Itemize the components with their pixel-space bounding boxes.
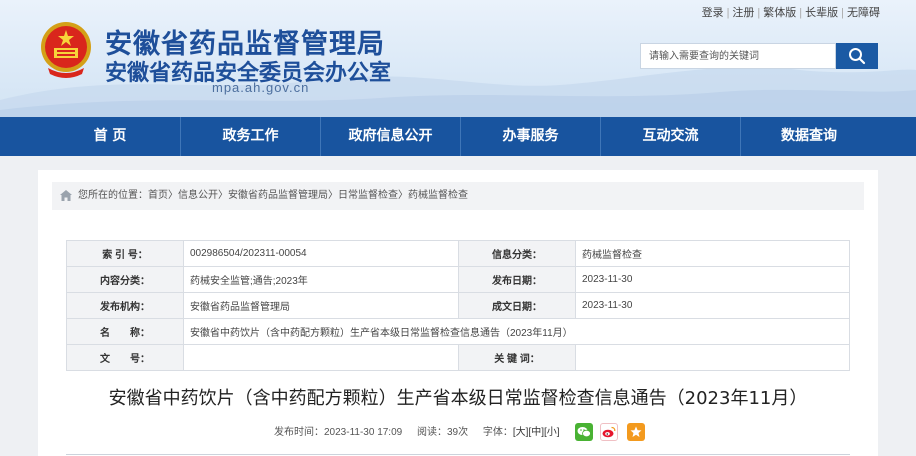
breadcrumb-separator: 〉 <box>168 190 178 201</box>
font-large-button[interactable]: [大] <box>513 427 529 438</box>
publish-date-label: 发布日期： <box>458 266 576 293</box>
nav-item-services[interactable]: 办事服务 <box>461 117 600 156</box>
nav-item-government-work[interactable]: 政务工作 <box>181 117 320 156</box>
keywords-label: 关 键 词： <box>458 344 576 371</box>
login-link[interactable]: 登录 <box>702 7 724 19</box>
breadcrumb-item-bureau[interactable]: 安徽省药品监督管理局 <box>228 190 328 201</box>
table-row: 内容分类： 药械安全监管;通告;2023年 发布日期： 2023-11-30 <box>66 266 850 293</box>
info-category-value: 药械监督检查 <box>575 240 850 267</box>
breadcrumb-item-home[interactable]: 首页 <box>148 190 168 201</box>
publish-time: 发布时间：2023-11-30 17:09 <box>274 427 403 438</box>
national-emblem-icon <box>41 22 91 78</box>
article-info: 发布时间：2023-11-30 17:09 阅读：39次 字体：[大][中][小… <box>274 425 560 441</box>
index-label: 索 引 号： <box>66 240 184 267</box>
elder-mode-link[interactable]: 长辈版 <box>805 7 838 19</box>
favorite-icon <box>630 426 642 437</box>
keywords-value <box>575 344 850 371</box>
top-links: 登录 | 注册 | 繁体版 | 长辈版 | 无障碍 <box>702 4 880 20</box>
publisher-value: 安徽省药品监督管理局 <box>183 292 459 319</box>
breadcrumb-separator: 〉 <box>398 190 408 201</box>
docno-value <box>183 344 459 371</box>
font-size-label: 字体： <box>482 427 513 438</box>
breadcrumb-separator: 〉 <box>328 190 338 201</box>
site-domain: mpa.ah.gov.cn <box>212 80 310 95</box>
separator: | <box>757 7 761 19</box>
table-row: 索 引 号： 002986504/202311-00054 信息分类： 药械监督… <box>66 240 850 267</box>
read-count: 阅读：39次 <box>417 427 469 438</box>
table-row: 文 号： 关 键 词： <box>66 344 850 371</box>
site-header: 安徽省药品监督管理局 安徽省药品安全委员会办公室 mpa.ah.gov.cn 登… <box>0 0 916 117</box>
content-category-label: 内容分类： <box>66 266 184 293</box>
breadcrumb-separator: 〉 <box>218 190 228 201</box>
home-icon <box>60 190 72 201</box>
font-small-button[interactable]: [小] <box>544 427 560 438</box>
register-link[interactable]: 注册 <box>732 7 754 19</box>
font-medium-button[interactable]: [中] <box>528 427 544 438</box>
search-input[interactable] <box>640 43 836 69</box>
wechat-share-button[interactable] <box>575 423 593 441</box>
nav-item-home[interactable]: 首 页 <box>40 117 180 156</box>
breadcrumb-prefix: 您所在的位置： <box>78 190 148 201</box>
breadcrumb-item-drug-device-inspection[interactable]: 药械监督检查 <box>408 190 468 201</box>
wechat-icon <box>577 427 591 438</box>
document-metadata-table: 索 引 号： 002986504/202311-00054 信息分类： 药械监督… <box>66 240 850 371</box>
separator: | <box>841 7 844 19</box>
weibo-share-button[interactable] <box>600 423 618 441</box>
name-label: 名 称： <box>66 318 184 345</box>
search-icon <box>849 48 866 65</box>
table-row: 发布机构： 安徽省药品监督管理局 成文日期： 2023-11-30 <box>66 292 850 319</box>
weibo-icon <box>602 426 616 438</box>
favorite-button[interactable] <box>627 423 645 441</box>
breadcrumb-item-daily-inspection[interactable]: 日常监督检查 <box>338 190 398 201</box>
index-value: 002986504/202311-00054 <box>183 240 459 267</box>
search-box <box>640 43 878 69</box>
table-row: 名 称： 安徽省中药饮片（含中药配方颗粒）生产省本级日常监督检查信息通告（202… <box>66 318 850 345</box>
docno-label: 文 号： <box>66 344 184 371</box>
accessibility-link[interactable]: 无障碍 <box>847 7 880 19</box>
name-value: 安徽省中药饮片（含中药配方颗粒）生产省本级日常监督检查信息通告（2023年11月… <box>183 318 850 345</box>
content-panel: 您所在的位置：首页〉信息公开〉安徽省药品监督管理局〉日常监督检查〉药械监督检查 … <box>38 170 878 456</box>
breadcrumb-item-info-disclosure[interactable]: 信息公开 <box>178 190 218 201</box>
created-date-label: 成文日期： <box>458 292 576 319</box>
article-title: 安徽省中药饮片（含中药配方颗粒）生产省本级日常监督检查信息通告（2023年11月… <box>108 388 808 409</box>
nav-item-interaction[interactable]: 互动交流 <box>601 117 740 156</box>
search-button[interactable] <box>836 43 878 69</box>
publisher-label: 发布机构： <box>66 292 184 319</box>
created-date-value: 2023-11-30 <box>575 292 850 319</box>
separator: | <box>799 7 803 19</box>
nav-item-data-query[interactable]: 数据查询 <box>741 117 877 156</box>
breadcrumb: 您所在的位置：首页〉信息公开〉安徽省药品监督管理局〉日常监督检查〉药械监督检查 <box>52 182 864 210</box>
content-category-value: 药械安全监管;通告;2023年 <box>183 266 459 293</box>
info-category-label: 信息分类： <box>458 240 576 267</box>
nav-item-info-disclosure[interactable]: 政府信息公开 <box>321 117 460 156</box>
divider <box>66 454 850 455</box>
separator: | <box>726 7 730 19</box>
publish-date-value: 2023-11-30 <box>575 266 850 293</box>
traditional-chinese-link[interactable]: 繁体版 <box>763 7 796 19</box>
main-nav: 首 页 政务工作 政府信息公开 办事服务 互动交流 数据查询 <box>0 117 916 156</box>
